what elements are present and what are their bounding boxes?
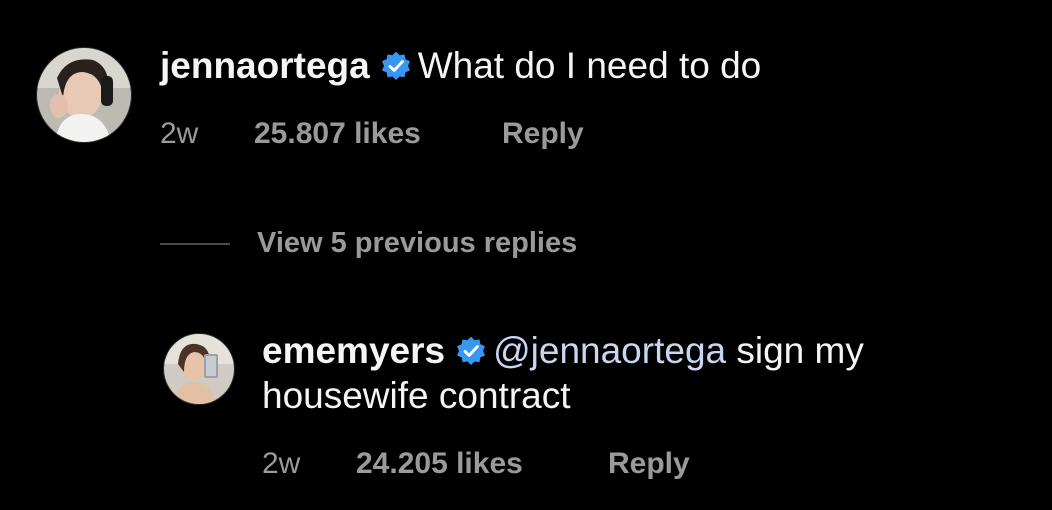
reply-username[interactable]: ememyers <box>262 330 445 371</box>
comment-time: 2w <box>160 117 199 150</box>
view-previous-replies-label[interactable]: View 5 previous replies <box>257 225 577 261</box>
reply-text-line1: sign my <box>726 330 864 371</box>
main-comment-line: jennaortega What do I need to do <box>160 44 761 88</box>
comment-reply-button[interactable]: Reply <box>502 116 584 152</box>
comment-likes[interactable]: 25.807 likes <box>254 116 421 152</box>
profile-photo-icon <box>164 334 234 404</box>
profile-photo-icon <box>37 48 131 142</box>
reply-line-1: ememyers @jennaortega sign my <box>262 329 864 373</box>
view-previous-replies[interactable]: View 5 previous replies <box>160 225 680 261</box>
reply-likes[interactable]: 24.205 likes <box>356 446 523 482</box>
reply-reply-button[interactable]: Reply <box>608 446 690 482</box>
verified-badge-icon <box>380 50 412 82</box>
comment-text: What do I need to do <box>417 45 762 86</box>
ememyers-avatar[interactable] <box>163 333 235 405</box>
reply-text-line2: housewife contract <box>262 375 571 416</box>
replies-divider <box>160 243 230 245</box>
verified-badge-icon <box>455 335 487 367</box>
reply-time: 2w <box>262 447 301 480</box>
reply-mention-link[interactable]: @jennaortega <box>493 330 726 371</box>
comment-username[interactable]: jennaortega <box>160 45 370 86</box>
reply-line-2: housewife contract <box>262 374 571 418</box>
jennaortega-avatar[interactable] <box>36 47 132 143</box>
